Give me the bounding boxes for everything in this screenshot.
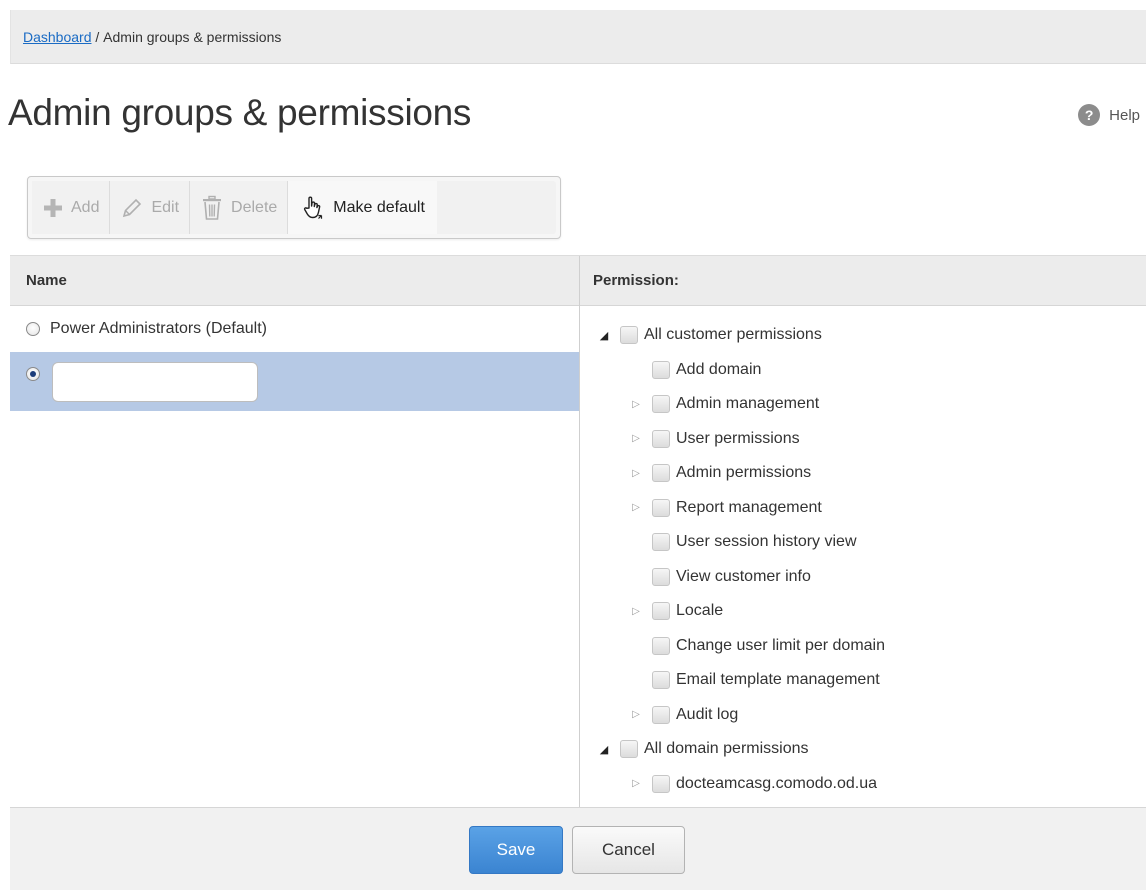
permission-label: Audit log [676,705,739,723]
toolbar: Add Edit Delete Make default [27,176,561,239]
permission-row: Add domain [580,353,1146,388]
permission-row: ▷ Admin permissions [580,456,1146,491]
permission-checkbox[interactable] [620,326,638,345]
permissions-panel: Permission: ◢ All customer permissions Add… [580,256,1146,807]
expand-arrow-icon[interactable]: ▷ [628,707,644,723]
expand-arrow-icon[interactable]: ▷ [628,776,644,792]
group-radio-selected[interactable] [26,367,40,381]
permission-row: ▷ Locale [580,594,1146,629]
permission-checkbox[interactable] [652,671,670,690]
hand-pointer-icon [300,194,326,222]
breadcrumb-separator: / [91,28,104,45]
breadcrumb-current: Admin groups & permissions [103,28,282,45]
permission-label: View customer info [676,567,811,585]
edit-button[interactable]: Edit [110,181,191,234]
question-circle-icon: ? [1078,104,1101,126]
permission-row: ▷ User permissions [580,422,1146,457]
permission-checkbox[interactable] [652,464,670,483]
permission-label: Report management [676,498,822,516]
breadcrumb-dashboard-link[interactable]: Dashboard [23,29,92,45]
permission-row: ▷ Admin management [580,387,1146,422]
name-column-header: Name [10,256,579,306]
permission-label: Email template management [676,671,880,689]
save-button[interactable]: Save [469,826,563,874]
expand-arrow-icon[interactable]: ▷ [628,431,644,447]
plus-icon [42,197,64,219]
permission-checkbox[interactable] [652,567,670,586]
help-link[interactable]: ? Help [1078,104,1140,126]
permission-label: Admin permissions [676,464,812,482]
permission-label: User permissions [676,429,800,447]
permission-tree: ◢ All customer permissions Add domain ▷ Admi… [580,306,1146,801]
edit-button-label: Edit [151,198,180,216]
permission-row: Change user limit per domain [580,629,1146,664]
group-name-input[interactable] [52,362,258,402]
collapse-arrow-icon[interactable]: ◢ [596,741,612,757]
expand-arrow-icon[interactable]: ▷ [628,396,644,412]
group-row-new[interactable] [10,352,579,411]
permission-checkbox[interactable] [652,636,670,655]
make-default-button[interactable]: Make default [288,181,437,234]
permission-checkbox[interactable] [652,774,670,793]
group-radio[interactable] [26,322,40,336]
permission-checkbox[interactable] [652,602,670,621]
permission-checkbox[interactable] [652,429,670,448]
group-label: Power Administrators (Default) [50,320,267,337]
permission-row: User session history view [580,525,1146,560]
add-button[interactable]: Add [32,181,111,234]
page-title: Admin groups & permissions [8,92,472,133]
permission-label: Change user limit per domain [676,636,885,654]
permission-label: All customer permissions [644,326,822,344]
permission-row: ▷ Report management [580,491,1146,526]
permission-checkbox[interactable] [652,498,670,517]
add-button-label: Add [71,198,100,216]
collapse-arrow-icon[interactable]: ◢ [596,327,612,343]
groups-permissions-panel: Name Power Administrators (Default) Perm… [10,255,1146,807]
expand-arrow-icon[interactable]: ▷ [628,603,644,619]
permission-row: View customer info [580,560,1146,595]
permission-checkbox[interactable] [652,533,670,552]
pencil-icon [120,196,144,220]
permission-label: docteamcasg.comodo.od.ua [676,774,878,792]
permission-row: ▷ docteamcasg.comodo.od.ua [580,767,1146,802]
group-row-power-administrators[interactable]: Power Administrators (Default) [10,306,579,352]
permission-checkbox[interactable] [620,740,638,759]
trash-icon [200,195,224,221]
form-footer: Save Cancel [10,807,1146,890]
permission-row: Email template management [580,663,1146,698]
cancel-button[interactable]: Cancel [572,826,685,874]
permission-label: Add domain [676,360,762,378]
breadcrumb: Dashboard / Admin groups & permissions [10,10,1146,64]
permission-label: Locale [676,602,724,620]
permission-checkbox[interactable] [652,395,670,414]
permission-row: ◢ All customer permissions [580,318,1146,353]
permission-row: ◢ All domain permissions [580,732,1146,767]
permission-checkbox[interactable] [652,360,670,379]
permission-checkbox[interactable] [652,705,670,724]
help-label: Help [1109,106,1140,124]
expand-arrow-icon[interactable]: ▷ [628,465,644,481]
permission-column-header: Permission: [580,256,1146,306]
permission-label: Admin management [676,395,820,413]
permission-label: User session history view [676,533,857,551]
groups-list: Name Power Administrators (Default) [10,256,580,807]
permission-row: ▷ Audit log [580,698,1146,733]
delete-button-label: Delete [231,198,278,216]
permission-label: All domain permissions [644,740,809,758]
expand-arrow-icon[interactable]: ▷ [628,500,644,516]
make-default-button-label: Make default [333,198,425,216]
delete-button[interactable]: Delete [190,181,289,234]
